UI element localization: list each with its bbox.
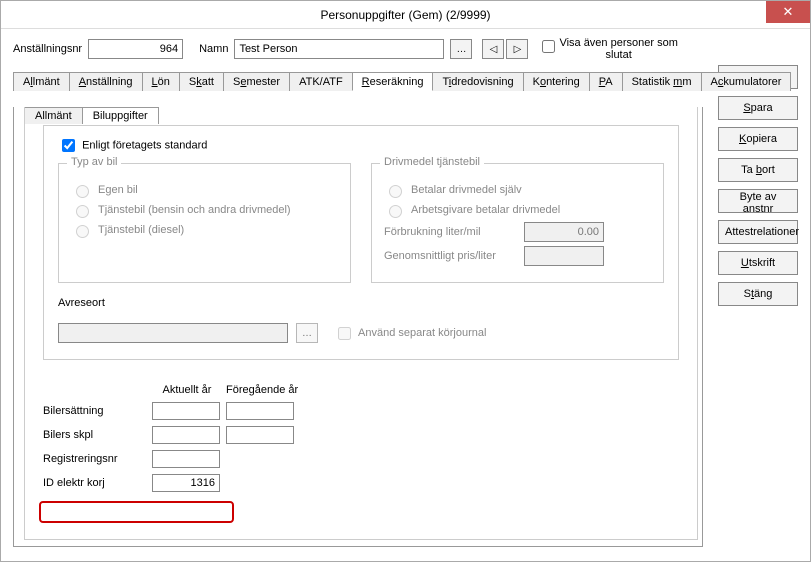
kopiera-button[interactable]: Kopiera xyxy=(718,127,798,151)
bilers-skpl-aktuellt-input[interactable] xyxy=(152,426,220,444)
utskrift-button[interactable]: Utskrift xyxy=(718,251,798,275)
tab-kontering[interactable]: Kontering xyxy=(523,72,590,91)
triangle-left-icon: ◁ xyxy=(490,44,498,55)
arbetsgivare-betalar-radio xyxy=(389,205,402,218)
separat-korjournal-group: Använd separat körjournal xyxy=(334,324,486,343)
titlebar: Personuppgifter (Gem) (2/9999) ✕ xyxy=(1,1,810,29)
egen-bil-label: Egen bil xyxy=(98,184,138,196)
registreringsnr-input[interactable] xyxy=(152,450,220,468)
typ-av-bil-legend: Typ av bil xyxy=(67,156,121,168)
spara-button[interactable]: Spara xyxy=(718,96,798,120)
highlight-box xyxy=(39,501,234,523)
tab-ackumulatorer[interactable]: Ackumulatorer xyxy=(701,72,792,91)
betalar-sjalv-label: Betalar drivmedel själv xyxy=(411,184,522,196)
typ-av-bil-fieldset: Typ av bil Egen bil Tjänstebil (bensin o… xyxy=(58,163,351,283)
drivmedel-legend: Drivmedel tjänstebil xyxy=(380,156,484,168)
anstallningsnr-input[interactable] xyxy=(88,39,183,59)
bottom-grid: Aktuellt år Föregående år Bilersättning … xyxy=(43,384,679,492)
bilersattning-foregaende-input[interactable] xyxy=(226,402,294,420)
tabort-button[interactable]: Ta bort xyxy=(718,158,798,182)
id-elektr-korj-input[interactable] xyxy=(152,474,220,492)
attestrelationer-button[interactable]: Attestrelationer xyxy=(718,220,798,244)
action-buttons: Ny Spara Kopiera Ta bort Byte av anstnr … xyxy=(718,65,798,306)
aktuellt-ar-label: Aktuellt år xyxy=(152,384,222,396)
prev-button[interactable]: ◁ xyxy=(482,39,504,59)
bilers-skpl-foregaende-input[interactable] xyxy=(226,426,294,444)
separat-korjournal-label: Använd separat körjournal xyxy=(358,327,486,339)
window-title: Personuppgifter (Gem) (2/9999) xyxy=(320,8,490,22)
tab-skatt[interactable]: Skatt xyxy=(179,72,224,91)
next-button[interactable]: ▷ xyxy=(506,39,528,59)
byte-anstnr-button[interactable]: Byte av anstnr xyxy=(718,189,798,213)
tab-allmant[interactable]: Allmänt xyxy=(13,72,70,91)
triangle-right-icon: ▷ xyxy=(514,44,522,55)
inner-panel: Enligt företagets standard Typ av bil Eg… xyxy=(24,107,698,540)
tjanstebil-bensin-label: Tjänstebil (bensin och andra drivmedel) xyxy=(98,204,291,216)
betalar-sjalv-radio xyxy=(389,185,402,198)
enligt-std-label: Enligt företagets standard xyxy=(82,139,207,151)
header-row: Anställningsnr Namn … ◁ ▷ Visa även pers… xyxy=(13,37,798,61)
avreseort-lookup-button: … xyxy=(296,323,318,343)
avreseort-input xyxy=(58,323,288,343)
main-panel: Allmänt Biluppgifter Enligt företagets s… xyxy=(13,107,703,547)
registreringsnr-label: Registreringsnr xyxy=(43,453,148,465)
close-icon: ✕ xyxy=(783,4,794,20)
bilersattning-aktuellt-input[interactable] xyxy=(152,402,220,420)
avreseort-label: Avreseort xyxy=(58,297,664,309)
egen-bil-radio xyxy=(76,185,89,198)
visa-label-1: Visa även personer som xyxy=(559,37,677,49)
genomsnitt-label: Genomsnittligt pris/liter xyxy=(384,250,514,262)
drivmedel-fieldset: Drivmedel tjänstebil Betalar drivmedel s… xyxy=(371,163,664,283)
forbrukning-label: Förbrukning liter/mil xyxy=(384,226,514,238)
enligt-std-row: Enligt företagets standard xyxy=(58,136,664,155)
bil-settings-box: Enligt företagets standard Typ av bil Eg… xyxy=(43,125,679,360)
namn-lookup-button[interactable]: … xyxy=(450,39,472,59)
visa-personer-group: Visa även personer som slutat xyxy=(538,37,677,61)
tab-tidredovisning[interactable]: Tidredovisning xyxy=(432,72,523,91)
bilers-skpl-label: Bilers skpl xyxy=(43,429,148,441)
content: Anställningsnr Namn … ◁ ▷ Visa även pers… xyxy=(1,29,810,561)
arbetsgivare-betalar-label: Arbetsgivare betalar drivmedel xyxy=(411,204,560,216)
genomsnitt-input xyxy=(524,246,604,266)
enligt-std-checkbox[interactable] xyxy=(62,139,75,152)
tjanstebil-diesel-label: Tjänstebil (diesel) xyxy=(98,224,184,236)
tab-semester[interactable]: Semester xyxy=(223,72,290,91)
tjanstebil-diesel-radio xyxy=(76,225,89,238)
tab-pa[interactable]: PA xyxy=(589,72,623,91)
visa-label-2: slutat xyxy=(559,49,677,61)
anstallningsnr-label: Anställningsnr xyxy=(13,43,82,55)
id-elektr-korj-label: ID elektr korj xyxy=(43,477,148,489)
main-tabs: Allmänt Anställning Lön Skatt Semester A… xyxy=(13,71,703,91)
tab-statistik[interactable]: Statistik mm xyxy=(622,72,702,91)
tab-anstallning[interactable]: Anställning xyxy=(69,72,143,91)
tab-lon[interactable]: Lön xyxy=(142,72,180,91)
forbrukning-input xyxy=(524,222,604,242)
namn-label: Namn xyxy=(199,43,228,55)
separat-korjournal-checkbox xyxy=(338,327,351,340)
tjanstebil-bensin-radio xyxy=(76,205,89,218)
tab-reserakning[interactable]: Reseräkning xyxy=(352,72,434,91)
tab-atk[interactable]: ATK/ATF xyxy=(289,72,353,91)
close-button[interactable]: ✕ xyxy=(766,1,810,23)
window: Personuppgifter (Gem) (2/9999) ✕ Anställ… xyxy=(0,0,811,562)
namn-input[interactable] xyxy=(234,39,444,59)
bilersattning-label: Bilersättning xyxy=(43,405,148,417)
stang-button[interactable]: Stäng xyxy=(718,282,798,306)
foregaende-ar-label: Föregående år xyxy=(226,384,296,396)
visa-personer-checkbox[interactable] xyxy=(542,40,555,53)
